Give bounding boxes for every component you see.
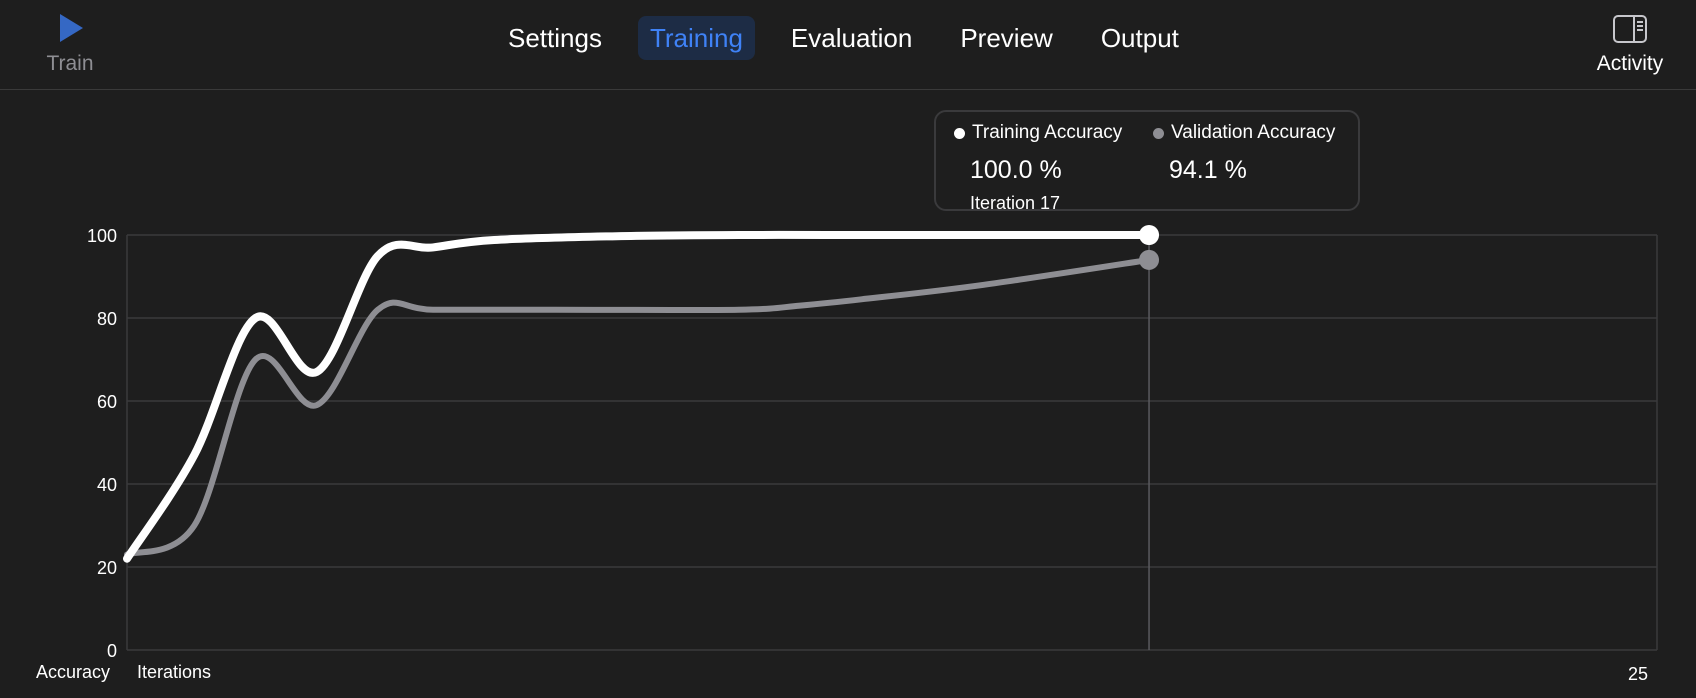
legend-validation-value: 94.1 % <box>1169 156 1247 184</box>
validation-marker <box>1139 249 1160 270</box>
training-dot-icon <box>954 127 965 139</box>
x-axis-label: Iterations <box>137 662 211 682</box>
validation-accuracy-line <box>124 256 1152 558</box>
y-tick-label: 80 <box>97 309 117 329</box>
validation-dot-icon <box>1153 127 1164 139</box>
legend-training: Training Accuracy 100.0 % Iteration 17 <box>954 122 1122 214</box>
legend-training-label: Training Accuracy <box>972 122 1123 143</box>
legend-validation: Validation Accuracy 94.1 % <box>1153 122 1335 185</box>
legend-training-value: 100.0 % <box>970 156 1062 184</box>
y-tick-label: 60 <box>97 392 117 412</box>
accuracy-chart: 0 20 40 60 80 100 Accuracy Iterations 25 <box>36 225 1658 684</box>
y-tick-labels: 0 20 40 60 80 100 <box>87 226 117 661</box>
legend-validation-label: Validation Accuracy <box>1171 122 1336 143</box>
y-tick-label: 100 <box>87 226 117 246</box>
series-lines <box>123 230 1153 563</box>
legend-iteration: Iteration 17 <box>970 193 1061 213</box>
accuracy-legend: Training Accuracy 100.0 % Iteration 17 V… <box>934 110 1360 214</box>
y-tick-label: 40 <box>97 475 117 495</box>
x-axis-max-label: 25 <box>1628 664 1648 684</box>
y-tick-label: 0 <box>107 641 117 661</box>
y-axis-label: Accuracy <box>36 662 110 682</box>
training-marker <box>1139 225 1160 245</box>
y-tick-label: 20 <box>97 558 117 578</box>
